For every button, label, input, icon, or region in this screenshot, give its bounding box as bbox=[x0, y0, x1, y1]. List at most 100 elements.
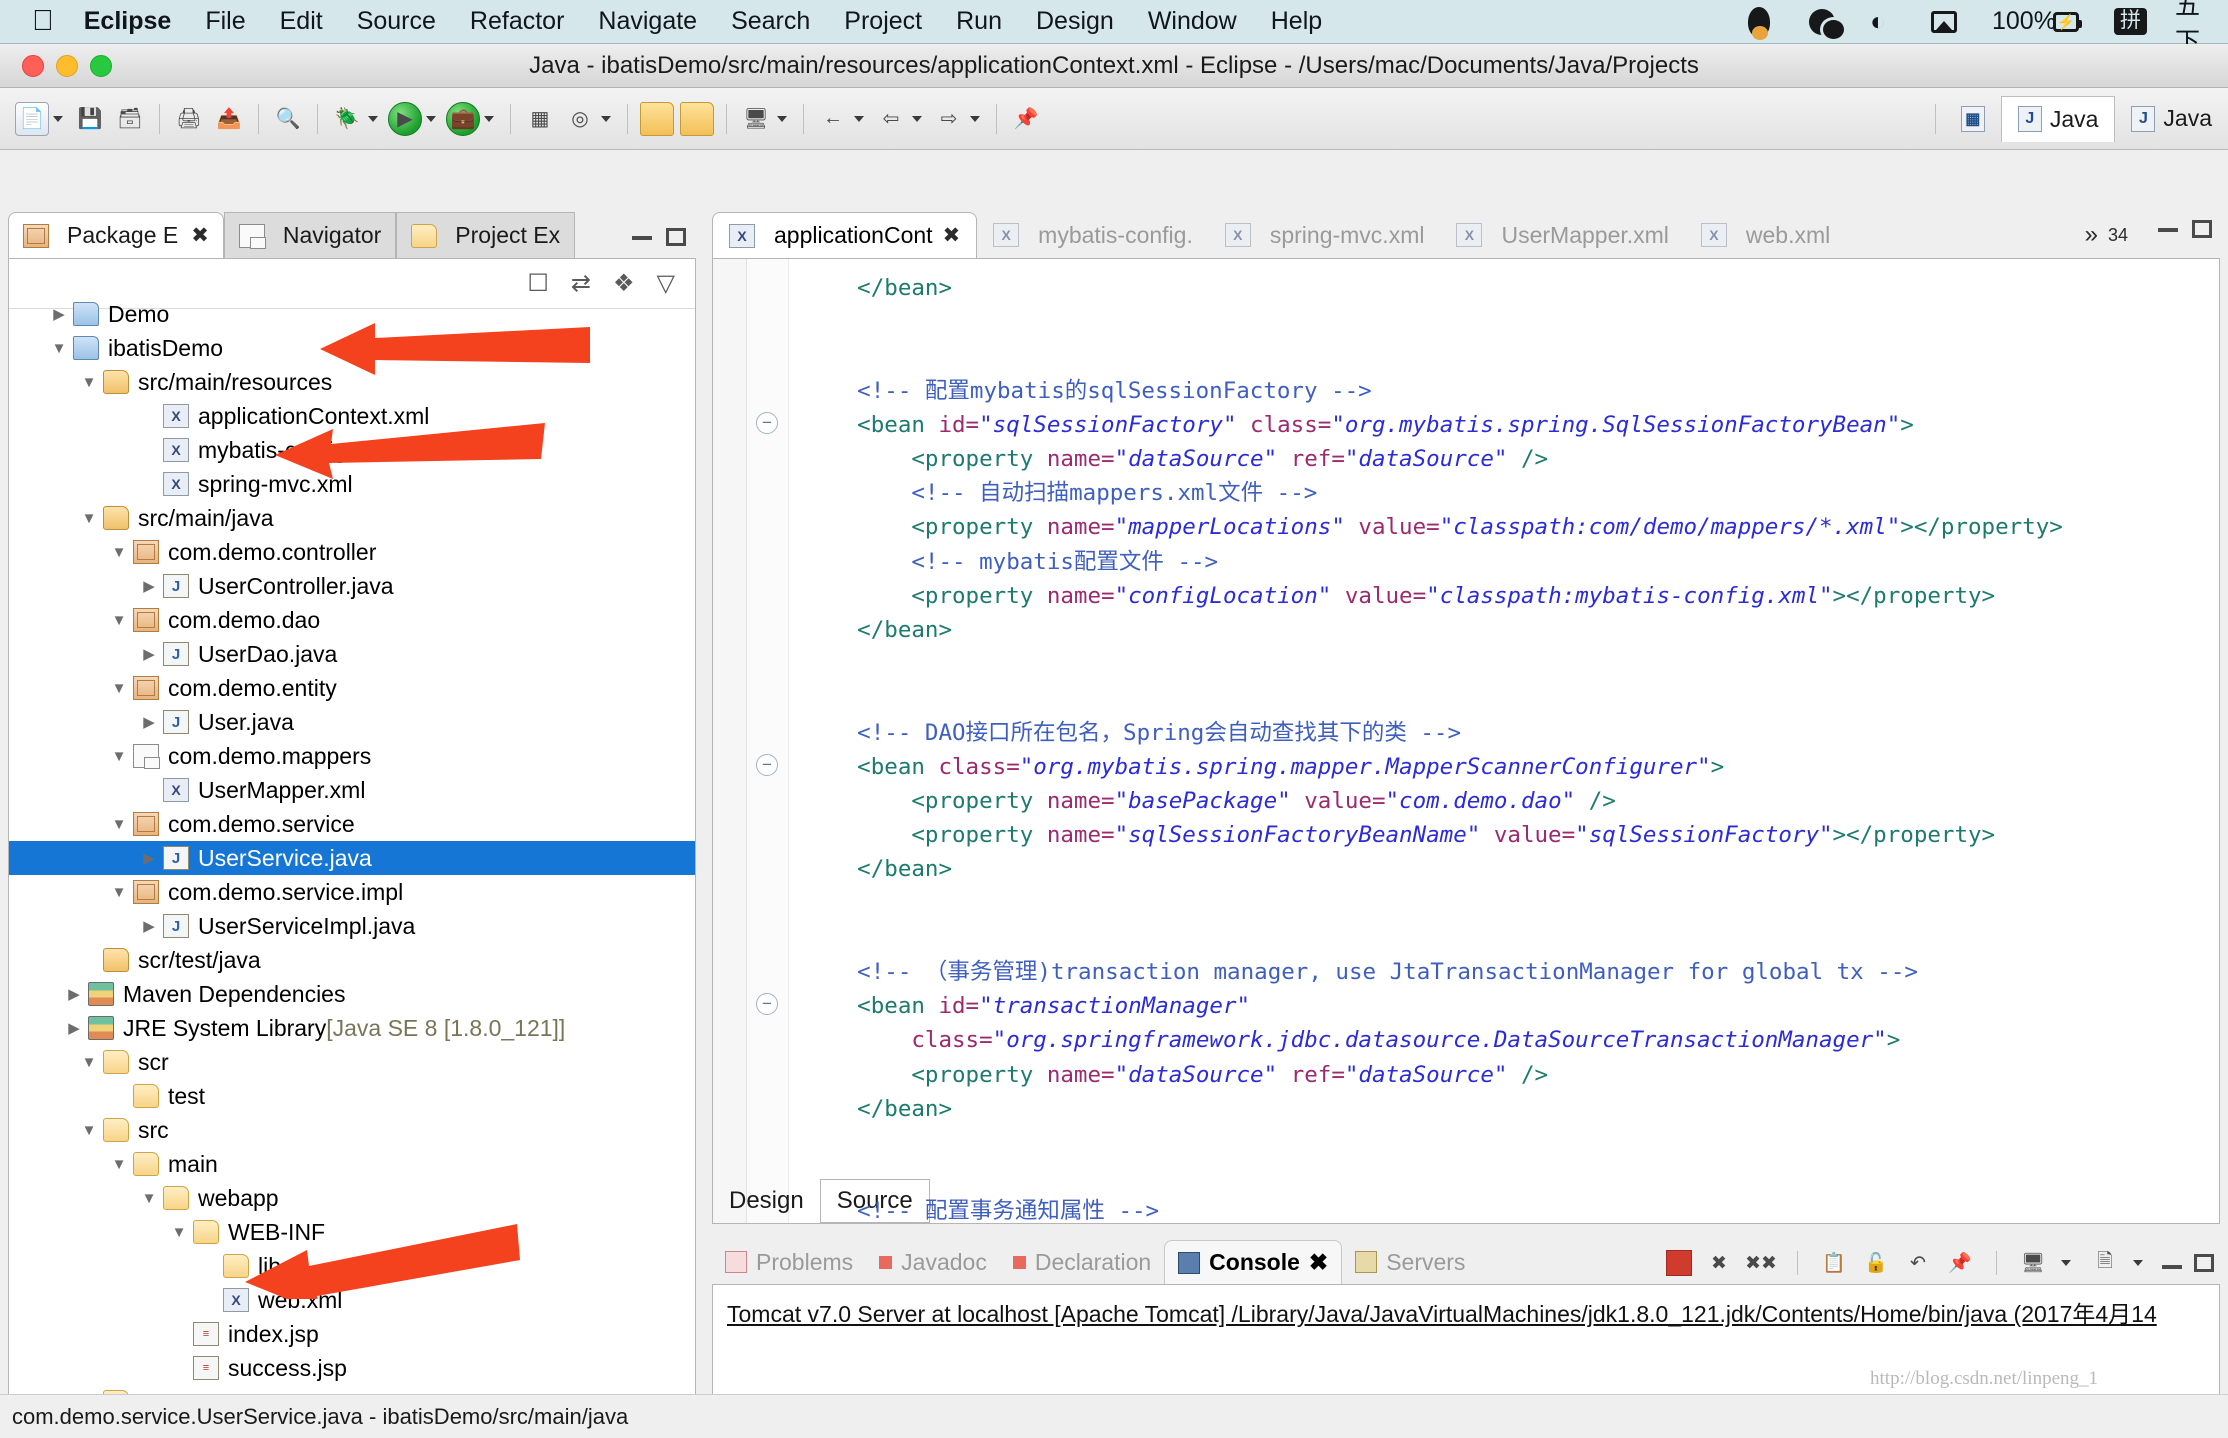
tree-item[interactable]: ▶ Demo bbox=[9, 297, 695, 331]
save-all-icon[interactable]: 🗃 bbox=[113, 102, 147, 136]
close-icon[interactable]: ✖ bbox=[1309, 1249, 1328, 1276]
menu-help[interactable]: Help bbox=[1271, 7, 1322, 36]
server-icon[interactable]: 🖥 bbox=[739, 102, 773, 136]
qq-penguin-icon[interactable] bbox=[1748, 6, 1774, 40]
maximize-icon[interactable] bbox=[666, 228, 686, 246]
tree-item[interactable]: ▶ J User.java bbox=[9, 705, 695, 739]
minimize-icon[interactable] bbox=[2158, 220, 2178, 232]
terminate-icon[interactable] bbox=[1666, 1250, 1692, 1276]
twisty-expanded-icon[interactable]: ▼ bbox=[49, 340, 69, 357]
server-dropdown-icon[interactable] bbox=[777, 115, 787, 122]
pin-editor-icon[interactable]: 📌 bbox=[1009, 102, 1043, 136]
twisty-expanded-icon[interactable]: ▼ bbox=[79, 1122, 99, 1139]
tree-item[interactable]: ▶ J UserDao.java bbox=[9, 637, 695, 671]
airplay-icon[interactable] bbox=[1931, 10, 1957, 34]
tab-javadoc[interactable]: Javadoc bbox=[866, 1240, 1000, 1284]
tree-item[interactable]: ▼ com.demo.service bbox=[9, 807, 695, 841]
menu-window[interactable]: Window bbox=[1148, 7, 1237, 36]
tab-declaration[interactable]: Declaration bbox=[1000, 1240, 1164, 1284]
save-icon[interactable]: 💾 bbox=[73, 102, 107, 136]
focus-on-active-task-icon[interactable]: ❖ bbox=[613, 269, 635, 298]
open-console-dropdown-icon[interactable] bbox=[2133, 1260, 2143, 1266]
menu-file[interactable]: File bbox=[205, 7, 245, 36]
tree-item[interactable]: scr/test/java bbox=[9, 943, 695, 977]
perspective-java-ee[interactable]: J Java bbox=[2115, 96, 2228, 142]
twisty-expanded-icon[interactable]: ▼ bbox=[169, 1224, 189, 1241]
tab-console[interactable]: Console ✖ bbox=[1164, 1240, 1343, 1284]
twisty-expanded-icon[interactable]: ▼ bbox=[109, 1156, 129, 1173]
open-resource-icon[interactable] bbox=[680, 101, 714, 136]
twisty-collapsed-icon[interactable]: ▶ bbox=[139, 645, 159, 663]
twisty-expanded-icon[interactable]: ▼ bbox=[79, 510, 99, 527]
minimize-icon[interactable] bbox=[632, 228, 652, 240]
open-type-icon[interactable] bbox=[640, 101, 674, 136]
tree-item[interactable]: ▼ com.demo.mappers bbox=[9, 739, 695, 773]
twisty-collapsed-icon[interactable]: ▶ bbox=[64, 1019, 84, 1037]
twisty-collapsed-icon[interactable]: ▶ bbox=[64, 985, 84, 1003]
tree-item[interactable]: ▶ JRE System Library [Java SE 8 [1.8.0_12… bbox=[9, 1011, 695, 1045]
display-console-dropdown-icon[interactable] bbox=[2061, 1260, 2071, 1266]
new-class-dropdown-icon[interactable] bbox=[601, 115, 611, 122]
wifi-icon[interactable]: ◐ bbox=[1870, 6, 1896, 36]
tree-item[interactable]: ▶ J UserController.java bbox=[9, 569, 695, 603]
back-dropdown-icon[interactable] bbox=[912, 115, 922, 122]
twisty-collapsed-icon[interactable]: ▶ bbox=[139, 577, 159, 595]
tree-item[interactable]: ≡ index.jsp bbox=[9, 1317, 695, 1351]
link-with-editor-icon[interactable]: ⇄ bbox=[571, 269, 591, 298]
minimize-icon[interactable] bbox=[2162, 1257, 2182, 1269]
editor-folding-column[interactable]: −−−−− bbox=[747, 259, 789, 1223]
menu-source[interactable]: Source bbox=[357, 7, 436, 36]
print-icon[interactable]: 🖨 bbox=[172, 102, 206, 136]
tree-item[interactable]: ▼ main bbox=[9, 1147, 695, 1181]
input-method-indicator[interactable]: 拼 bbox=[2114, 8, 2147, 35]
clear-console-icon[interactable]: 📋 bbox=[1819, 1248, 1849, 1278]
new-wizard-dropdown-icon[interactable] bbox=[53, 115, 63, 122]
tree-item[interactable]: Xmybatis-config.xml bbox=[9, 433, 695, 467]
tree-item[interactable]: Xspring-mvc.xml bbox=[9, 467, 695, 501]
menu-run[interactable]: Run bbox=[956, 7, 1002, 36]
previous-annotation-icon[interactable]: ← bbox=[816, 102, 850, 136]
source-code[interactable]: </bean> <!-- 配置mybatis的sqlSessionFactory… bbox=[789, 259, 2219, 1223]
new-java-project-icon[interactable]: ▦ bbox=[523, 102, 557, 136]
display-selected-console-icon[interactable]: 🖥 bbox=[2018, 1248, 2048, 1278]
tree-item[interactable]: ▼ WEB-INF bbox=[9, 1215, 695, 1249]
tab-navigator[interactable]: Navigator bbox=[223, 212, 397, 258]
forward-dropdown-icon[interactable] bbox=[970, 115, 980, 122]
twisty-expanded-icon[interactable]: ▼ bbox=[109, 612, 129, 629]
export-icon[interactable]: 📤 bbox=[212, 102, 246, 136]
pin-console-icon[interactable]: 📌 bbox=[1945, 1248, 1975, 1278]
new-wizard-icon[interactable]: 📄 bbox=[15, 101, 49, 136]
search-icon[interactable]: 🔍 bbox=[271, 102, 305, 136]
tree-item[interactable]: ▶ J UserServiceImpl.java bbox=[9, 909, 695, 943]
fold-toggle-icon[interactable]: − bbox=[756, 753, 778, 776]
view-menu-icon[interactable]: ▽ bbox=[657, 269, 675, 298]
twisty-collapsed-icon[interactable]: ▶ bbox=[139, 917, 159, 935]
word-wrap-icon[interactable]: ↶ bbox=[1903, 1248, 1933, 1278]
close-icon[interactable]: ✖ bbox=[191, 223, 209, 248]
perspective-java-active[interactable]: J Java bbox=[2000, 95, 2116, 142]
tree-item[interactable]: ▼ scr bbox=[9, 1045, 695, 1079]
tree-item[interactable]: ▼ com.demo.service.impl bbox=[9, 875, 695, 909]
tree-item[interactable]: ▼ com.demo.entity bbox=[9, 671, 695, 705]
back-icon[interactable]: ⇦ bbox=[874, 102, 908, 136]
maximize-icon[interactable] bbox=[2192, 220, 2212, 238]
remove-launch-icon[interactable]: ✖ bbox=[1704, 1248, 1734, 1278]
fold-toggle-icon[interactable]: − bbox=[756, 993, 778, 1016]
twisty-collapsed-icon[interactable]: ▶ bbox=[49, 305, 69, 323]
close-icon[interactable]: ✖ bbox=[943, 223, 961, 248]
editor-tab-mybatis-config-[interactable]: Xmybatis-config. bbox=[977, 212, 1209, 258]
menu-refactor[interactable]: Refactor bbox=[470, 7, 564, 36]
menu-navigate[interactable]: Navigate bbox=[598, 7, 697, 36]
scroll-lock-icon[interactable]: 🔓 bbox=[1861, 1248, 1891, 1278]
forward-icon[interactable]: ⇨ bbox=[932, 102, 966, 136]
tab-servers[interactable]: Servers bbox=[1342, 1240, 1478, 1284]
open-console-icon[interactable]: 🗎 bbox=[2090, 1248, 2120, 1278]
wechat-icon[interactable] bbox=[1809, 8, 1844, 39]
new-class-icon[interactable]: ◎ bbox=[563, 102, 597, 136]
tree-item-selected[interactable]: ▶ J UserService.java bbox=[9, 841, 695, 875]
menu-project[interactable]: Project bbox=[844, 7, 922, 36]
twisty-expanded-icon[interactable]: ▼ bbox=[109, 680, 129, 697]
twisty-expanded-icon[interactable]: ▼ bbox=[109, 884, 129, 901]
collapse-all-icon[interactable]: ☐ bbox=[527, 269, 549, 298]
twisty-expanded-icon[interactable]: ▼ bbox=[79, 374, 99, 391]
